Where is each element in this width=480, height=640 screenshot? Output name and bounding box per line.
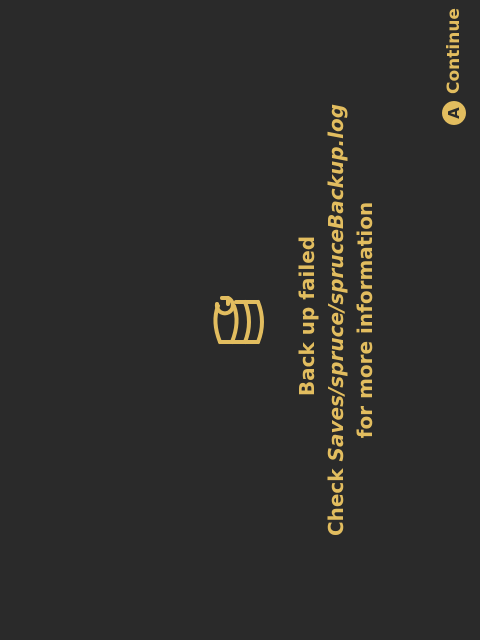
rotated-content: Back up failed Check Saves/spruce/spruce…	[0, 0, 480, 640]
error-check-line: Check Saves/spruce/spruceBackup.log	[324, 0, 348, 640]
button-a-icon: A	[442, 101, 466, 125]
continue-label: Continue	[444, 8, 464, 94]
error-title: Back up failed	[295, 235, 319, 397]
continue-button[interactable]: A Continue	[440, 8, 468, 125]
error-screen: Back up failed Check Saves/spruce/spruce…	[0, 0, 480, 640]
log-path: Saves/spruce/spruceBackup.log	[324, 103, 348, 462]
check-prefix: Check	[324, 461, 348, 537]
database-backup-icon	[213, 296, 264, 344]
error-more-info: for more information	[353, 201, 377, 439]
